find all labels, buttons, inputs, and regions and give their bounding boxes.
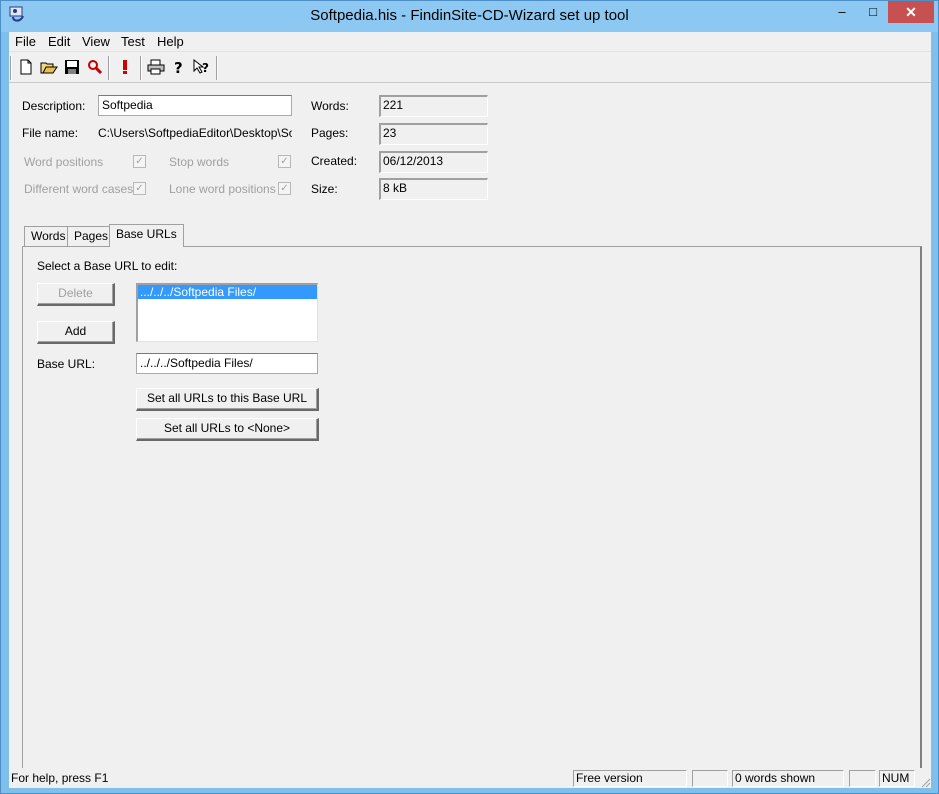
stop-words-label: Stop words: [169, 155, 230, 169]
status-num: NUM: [879, 770, 915, 787]
description-label: Description:: [22, 99, 86, 113]
status-words-shown: 0 words shown: [732, 770, 844, 787]
maximize-button[interactable]: □: [858, 1, 888, 23]
lone-positions-checkbox: ✓: [278, 182, 291, 195]
created-value: 06/12/2013: [379, 151, 488, 173]
toolbar: ? ?: [9, 53, 931, 83]
status-bar: For help, press F1 Free version 0 words …: [9, 768, 931, 788]
word-positions-checkbox: ✓: [133, 155, 146, 168]
help-icon[interactable]: ?: [167, 56, 190, 78]
status-empty-cell: [849, 770, 876, 787]
add-button[interactable]: Add: [37, 321, 115, 344]
new-document-icon[interactable]: [14, 56, 37, 78]
status-empty-cell: [692, 770, 728, 787]
title-bar[interactable]: Softpedia.his - FindinSite-CD-Wizard set…: [1, 1, 938, 32]
status-help-text: For help, press F1: [11, 771, 109, 785]
description-input[interactable]: Softpedia: [98, 95, 292, 116]
close-button[interactable]: ✕: [888, 1, 934, 23]
tab-words[interactable]: Words: [24, 226, 73, 246]
different-cases-label: Different word cases: [24, 182, 134, 196]
client-area: File Edit View Test Help ? ? Description…: [9, 32, 931, 788]
base-url-label: Base URL:: [37, 357, 96, 371]
run-icon[interactable]: [113, 56, 136, 78]
set-all-none-button[interactable]: Set all URLs to <None>: [136, 418, 319, 441]
size-label: Size:: [311, 182, 338, 196]
size-value: 8 kB: [379, 178, 488, 200]
app-window: Softpedia.his - FindinSite-CD-Wizard set…: [0, 0, 939, 794]
list-item[interactable]: .../../../Softpedia Files/: [138, 285, 317, 299]
pages-value: 23: [379, 123, 488, 145]
context-help-icon[interactable]: ?: [190, 56, 213, 78]
words-value: 221: [379, 95, 488, 117]
menu-test[interactable]: Test: [121, 34, 145, 49]
menu-edit[interactable]: Edit: [48, 34, 70, 49]
different-cases-checkbox: ✓: [133, 182, 146, 195]
file-name-value: C:\Users\SoftpediaEditor\Desktop\Softp: [98, 126, 292, 140]
window-title: Softpedia.his - FindinSite-CD-Wizard set…: [310, 7, 629, 24]
menu-file[interactable]: File: [15, 34, 36, 49]
pages-label: Pages:: [311, 126, 349, 140]
open-folder-icon[interactable]: [37, 56, 60, 78]
print-icon[interactable]: [144, 56, 167, 78]
word-positions-label: Word positions: [24, 155, 104, 169]
minimize-button[interactable]: –: [827, 1, 857, 23]
toolbar-separator: [216, 56, 218, 80]
base-url-list[interactable]: .../../../Softpedia Files/: [136, 283, 318, 342]
created-label: Created:: [311, 154, 358, 168]
svg-text:?: ?: [174, 59, 183, 75]
set-all-base-url-button[interactable]: Set all URLs to this Base URL: [136, 388, 319, 411]
base-url-input[interactable]: ../../../Softpedia Files/: [136, 353, 318, 374]
stop-words-checkbox: ✓: [278, 155, 291, 168]
lone-positions-label: Lone word positions: [169, 182, 276, 196]
tab-pages[interactable]: Pages: [67, 226, 116, 246]
select-base-url-label: Select a Base URL to edit:: [37, 259, 178, 273]
delete-button[interactable]: Delete: [37, 283, 115, 306]
menu-help[interactable]: Help: [157, 34, 184, 49]
tab-control: Words Pages Base URLs Select a Base URL …: [22, 224, 922, 787]
svg-text:?: ?: [202, 61, 209, 75]
search-icon[interactable]: [83, 56, 106, 78]
toolbar-separator: [10, 56, 12, 80]
status-version: Free version: [573, 770, 687, 787]
toolbar-separator: [108, 56, 110, 80]
resize-grip-icon[interactable]: [919, 776, 931, 788]
base-urls-panel: Select a Base URL to edit: Delete Add ..…: [22, 246, 922, 780]
toolbar-separator: [140, 56, 142, 80]
menu-view[interactable]: View: [82, 34, 110, 49]
words-label: Words:: [311, 99, 349, 113]
tab-base-urls[interactable]: Base URLs: [109, 224, 184, 247]
menu-bar: File Edit View Test Help: [9, 32, 931, 52]
file-name-label: File name:: [22, 126, 79, 140]
save-icon[interactable]: [60, 56, 83, 78]
